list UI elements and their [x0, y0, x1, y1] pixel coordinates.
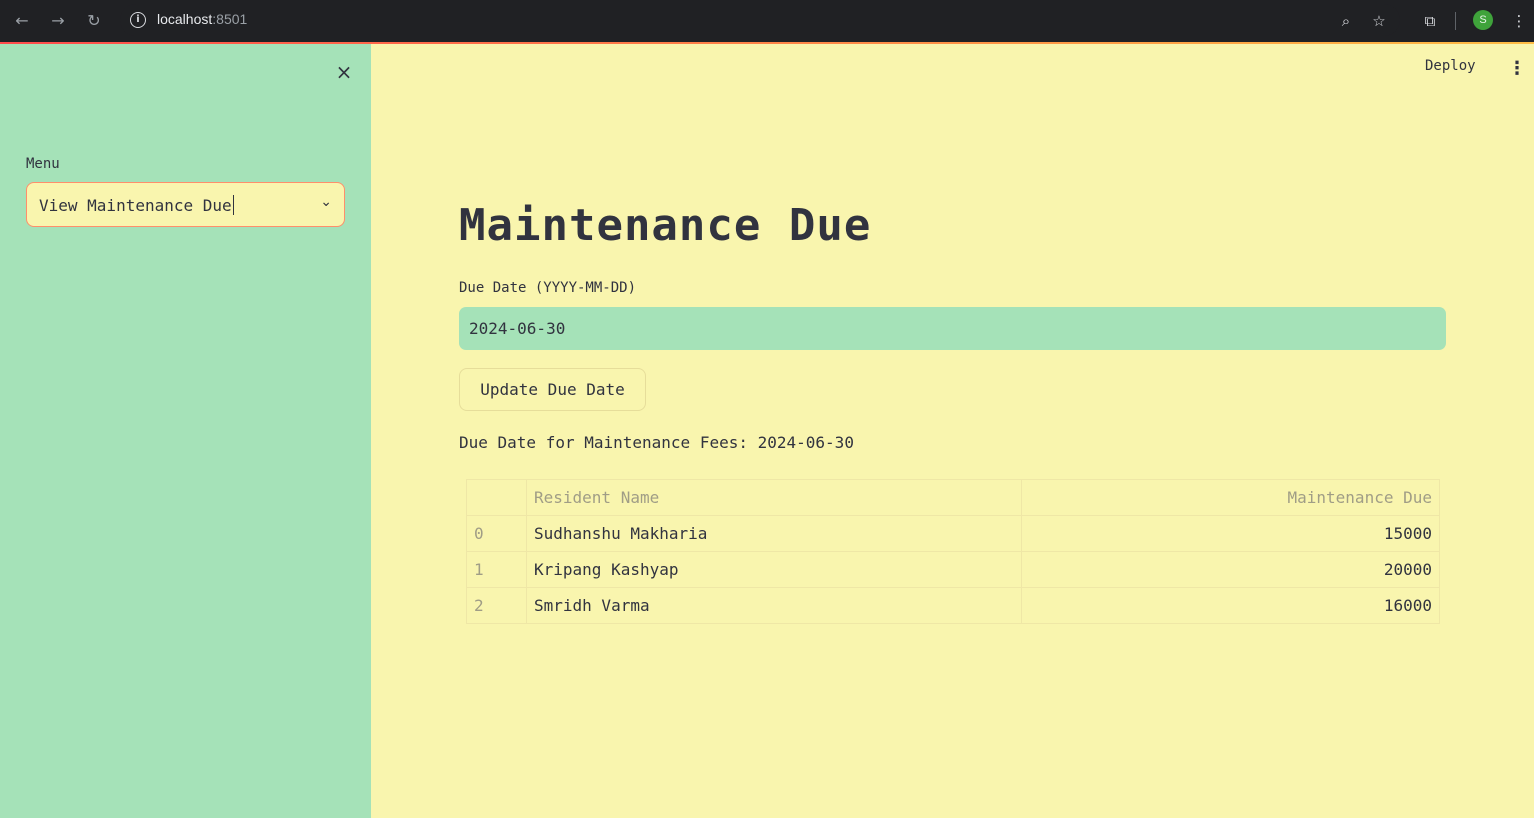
resident-name-cell[interactable]: Smridh Varma — [526, 587, 1022, 624]
url-port: :8501 — [212, 11, 248, 27]
row-index: 2 — [466, 587, 527, 624]
index-header[interactable] — [466, 479, 527, 516]
due-date-input[interactable] — [459, 307, 1446, 350]
extensions-icon[interactable]: ⧉ — [1418, 9, 1442, 33]
maintenance-due-cell[interactable]: 15000 — [1021, 515, 1440, 552]
table-header-row: Resident Name Maintenance Due — [466, 479, 1440, 516]
toolbar-divider — [1455, 12, 1456, 30]
resident-name-header[interactable]: Resident Name — [526, 479, 1022, 516]
update-due-date-button[interactable]: Update Due Date — [459, 368, 646, 411]
maintenance-due-header[interactable]: Maintenance Due — [1021, 479, 1440, 516]
table-row: 2 Smridh Varma 16000 — [466, 587, 1440, 624]
table-row: 0 Sudhanshu Makharia 15000 — [466, 515, 1440, 552]
maintenance-table: Resident Name Maintenance Due 0 Sudhansh… — [466, 479, 1440, 624]
sidebar: × Menu View Maintenance Due ⌄ — [0, 44, 371, 818]
due-date-label: Due Date (YYYY-MM-DD) — [459, 280, 637, 296]
resident-name-cell[interactable]: Sudhanshu Makharia — [526, 515, 1022, 552]
table-row: 1 Kripang Kashyap 20000 — [466, 551, 1440, 588]
back-icon[interactable]: ← — [10, 9, 34, 33]
profile-avatar[interactable]: S — [1473, 10, 1493, 30]
info-icon[interactable]: i — [130, 12, 146, 28]
page-title: Maintenance Due — [459, 200, 872, 251]
close-icon[interactable]: × — [333, 61, 355, 83]
row-index: 0 — [466, 515, 527, 552]
zoom-icon[interactable]: ⌕ — [1334, 9, 1358, 33]
menu-select[interactable]: View Maintenance Due ⌄ — [26, 182, 345, 227]
chevron-down-icon[interactable]: ⌄ — [320, 194, 332, 210]
reload-icon[interactable]: ↻ — [82, 9, 106, 33]
due-date-text: Due Date for Maintenance Fees: 2024-06-3… — [459, 433, 854, 452]
deploy-button[interactable]: Deploy — [1425, 58, 1476, 74]
resident-name-cell[interactable]: Kripang Kashyap — [526, 551, 1022, 588]
menu-select-text: View Maintenance Due — [39, 196, 232, 215]
star-icon[interactable]: ☆ — [1367, 9, 1391, 33]
more-options-icon[interactable]: ⋮ — [1508, 58, 1526, 80]
text-cursor — [232, 195, 234, 215]
forward-icon[interactable]: → — [46, 9, 70, 33]
menu-label: Menu — [26, 156, 60, 172]
address-bar[interactable]: i localhost:8501 — [120, 4, 1400, 36]
maintenance-due-cell[interactable]: 16000 — [1021, 587, 1440, 624]
url-host: localhost — [157, 11, 213, 27]
maintenance-due-cell[interactable]: 20000 — [1021, 551, 1440, 588]
url-text[interactable]: localhost:8501 — [157, 11, 247, 27]
menu-select-value: View Maintenance Due — [39, 195, 234, 215]
row-index: 1 — [466, 551, 527, 588]
browser-menu-icon[interactable]: ⋮ — [1507, 9, 1531, 33]
browser-toolbar: ← → ↻ i localhost:8501 ⌕ ☆ ⧉ S ⋮ — [0, 0, 1534, 44]
